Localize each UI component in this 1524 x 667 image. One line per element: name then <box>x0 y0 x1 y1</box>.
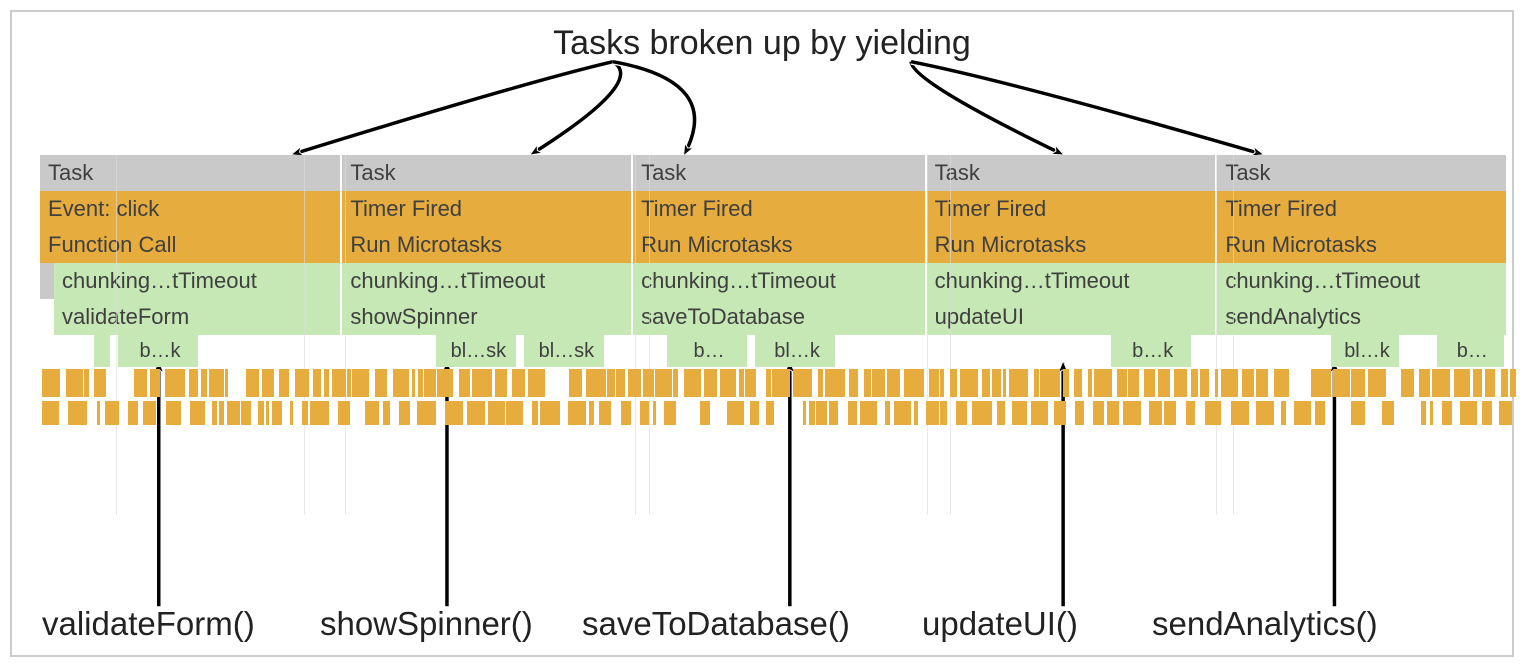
diagram-frame: Tasks broken up by yielding TaskTaskTask… <box>10 10 1514 657</box>
row-call: Function CallRun MicrotasksRun Microtask… <box>40 227 1508 263</box>
function-label: sendAnalytics() <box>1152 605 1378 643</box>
diagram-title: Tasks broken up by yielding <box>553 24 971 63</box>
function-label: saveToDatabase() <box>582 605 850 643</box>
flame-chart: TaskTaskTaskTaskTask Event: clickTimer F… <box>40 155 1508 515</box>
flame-detail-row-2 <box>40 401 1508 427</box>
function-label: updateUI() <box>922 605 1078 643</box>
row-task: TaskTaskTaskTaskTask <box>40 155 1508 191</box>
function-label: showSpinner() <box>320 605 533 643</box>
row-chunk: chunking…tTimeoutchunking…tTimeoutchunki… <box>40 263 1508 299</box>
flame-detail-row-1 <box>40 369 1508 399</box>
row-blocks: b…kbl…skbl…skb…bl…kb…kbl…kb… <box>40 335 1508 367</box>
row-event: Event: clickTimer FiredTimer FiredTimer … <box>40 191 1508 227</box>
function-label: validateForm() <box>42 605 255 643</box>
row-fn: validateFormshowSpinnersaveToDatabaseupd… <box>40 299 1508 335</box>
